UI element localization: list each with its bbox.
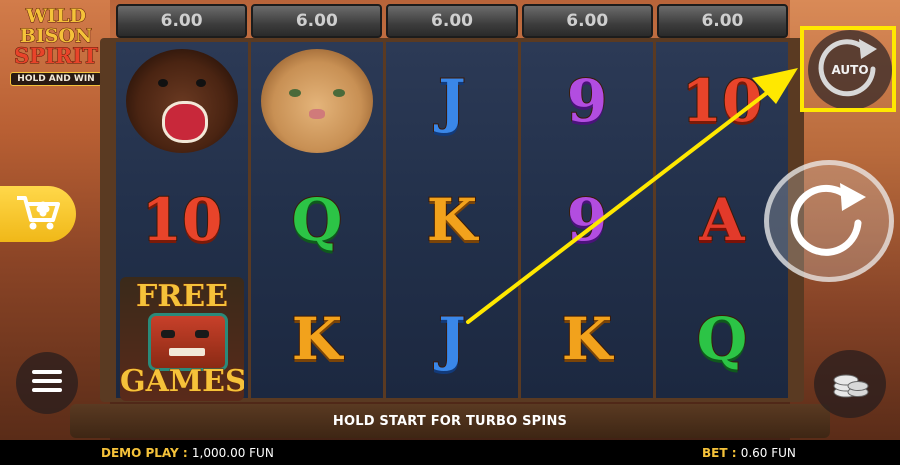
shopping-cart-clover-icon — [13, 192, 63, 236]
buy-feature-button[interactable] — [0, 186, 76, 242]
reel-cell: 10 — [660, 45, 784, 157]
symbol-9: 9 — [566, 185, 608, 254]
symbol-q: Q — [696, 304, 749, 373]
reel-cell: 9 — [525, 45, 649, 157]
game-logo: WILD BISON SPIRIT HOLD AND WIN — [2, 6, 110, 98]
reel-cell: J — [390, 283, 514, 395]
reel-3: JKJ — [386, 42, 518, 398]
reel-stake-5: 6.00 — [656, 4, 789, 38]
reel-cell: 10 — [120, 164, 244, 276]
symbol-k: K — [426, 185, 478, 254]
bet-settings-button[interactable] — [814, 350, 886, 418]
symbol-k: K — [291, 304, 343, 373]
symbol-10: 10 — [681, 67, 764, 136]
free-games-symbol: FREE GAMES — [120, 276, 244, 401]
reel-2: QK — [251, 42, 383, 398]
reel-cell: FREE GAMES — [120, 276, 244, 401]
bet-amount: BET : 0.60 FUN — [702, 446, 796, 460]
bet-value: 0.60 FUN — [740, 445, 796, 460]
reel-cell: K — [390, 164, 514, 276]
hamburger-menu-icon — [32, 369, 62, 397]
demo-label: DEMO PLAY : — [101, 445, 192, 460]
auto-label: AUTO — [831, 63, 869, 77]
menu-button[interactable] — [16, 352, 78, 414]
reel-cell: J — [390, 45, 514, 157]
logo-word-wild: WILD — [25, 5, 87, 27]
reel-cell: Q — [660, 283, 784, 395]
symbol-j: J — [437, 304, 466, 373]
symbol-k: K — [561, 304, 613, 373]
spin-arrow-icon — [786, 179, 872, 263]
symbol-a: A — [698, 185, 745, 254]
demo-value: 1,000.00 FUN — [191, 445, 274, 460]
reel-stake-3: 6.00 — [386, 4, 518, 38]
reel-stake-4: 6.00 — [521, 4, 653, 38]
reel-4: 9 9 K — [521, 42, 653, 398]
bear-symbol — [126, 49, 238, 154]
totem-mask-icon — [148, 312, 228, 371]
symbol-j: J — [437, 67, 466, 136]
status-bar: DEMO PLAY : 1,000.00 FUN BET : 0.60 FUN — [0, 440, 900, 465]
logo-subtitle: HOLD AND WIN — [10, 72, 102, 86]
coin-stack-icon — [830, 364, 870, 404]
reel-cell: K — [525, 283, 649, 395]
reel-stake-1: 6.00 — [116, 4, 248, 38]
auto-spin-button[interactable]: AUTO — [808, 30, 892, 110]
spin-button[interactable] — [764, 160, 894, 282]
hint-bar: HOLD START FOR TURBO SPINS — [70, 404, 830, 438]
reel-1: 10 FREE GAMES — [116, 42, 248, 401]
symbol-9: 9 — [566, 67, 608, 136]
reel-cell: Q — [255, 164, 379, 276]
stake-row: 6.00 6.00 6.00 6.00 6.00 — [116, 4, 789, 38]
logo-word-spirit: SPIRIT — [14, 43, 99, 68]
demo-balance: DEMO PLAY : 1,000.00 FUN — [101, 446, 274, 460]
turbo-hint-text: HOLD START FOR TURBO SPINS — [332, 413, 568, 429]
symbol-q: Q — [291, 185, 344, 254]
free-games-bottom: GAMES — [120, 363, 244, 399]
bet-label: BET : — [702, 445, 741, 460]
reel-cell — [255, 45, 379, 157]
free-games-top: FREE — [136, 278, 229, 314]
reel-stake-2: 6.00 — [251, 4, 383, 38]
symbol-10: 10 — [141, 185, 224, 254]
reel-cell — [120, 45, 244, 157]
reel-cell: K — [255, 283, 379, 395]
reel-cell: 9 — [525, 164, 649, 276]
reel-grid: 10 FREE GAMES Q K J K J 9 9 K 10 A Q — [116, 42, 788, 401]
cougar-symbol — [261, 49, 373, 154]
